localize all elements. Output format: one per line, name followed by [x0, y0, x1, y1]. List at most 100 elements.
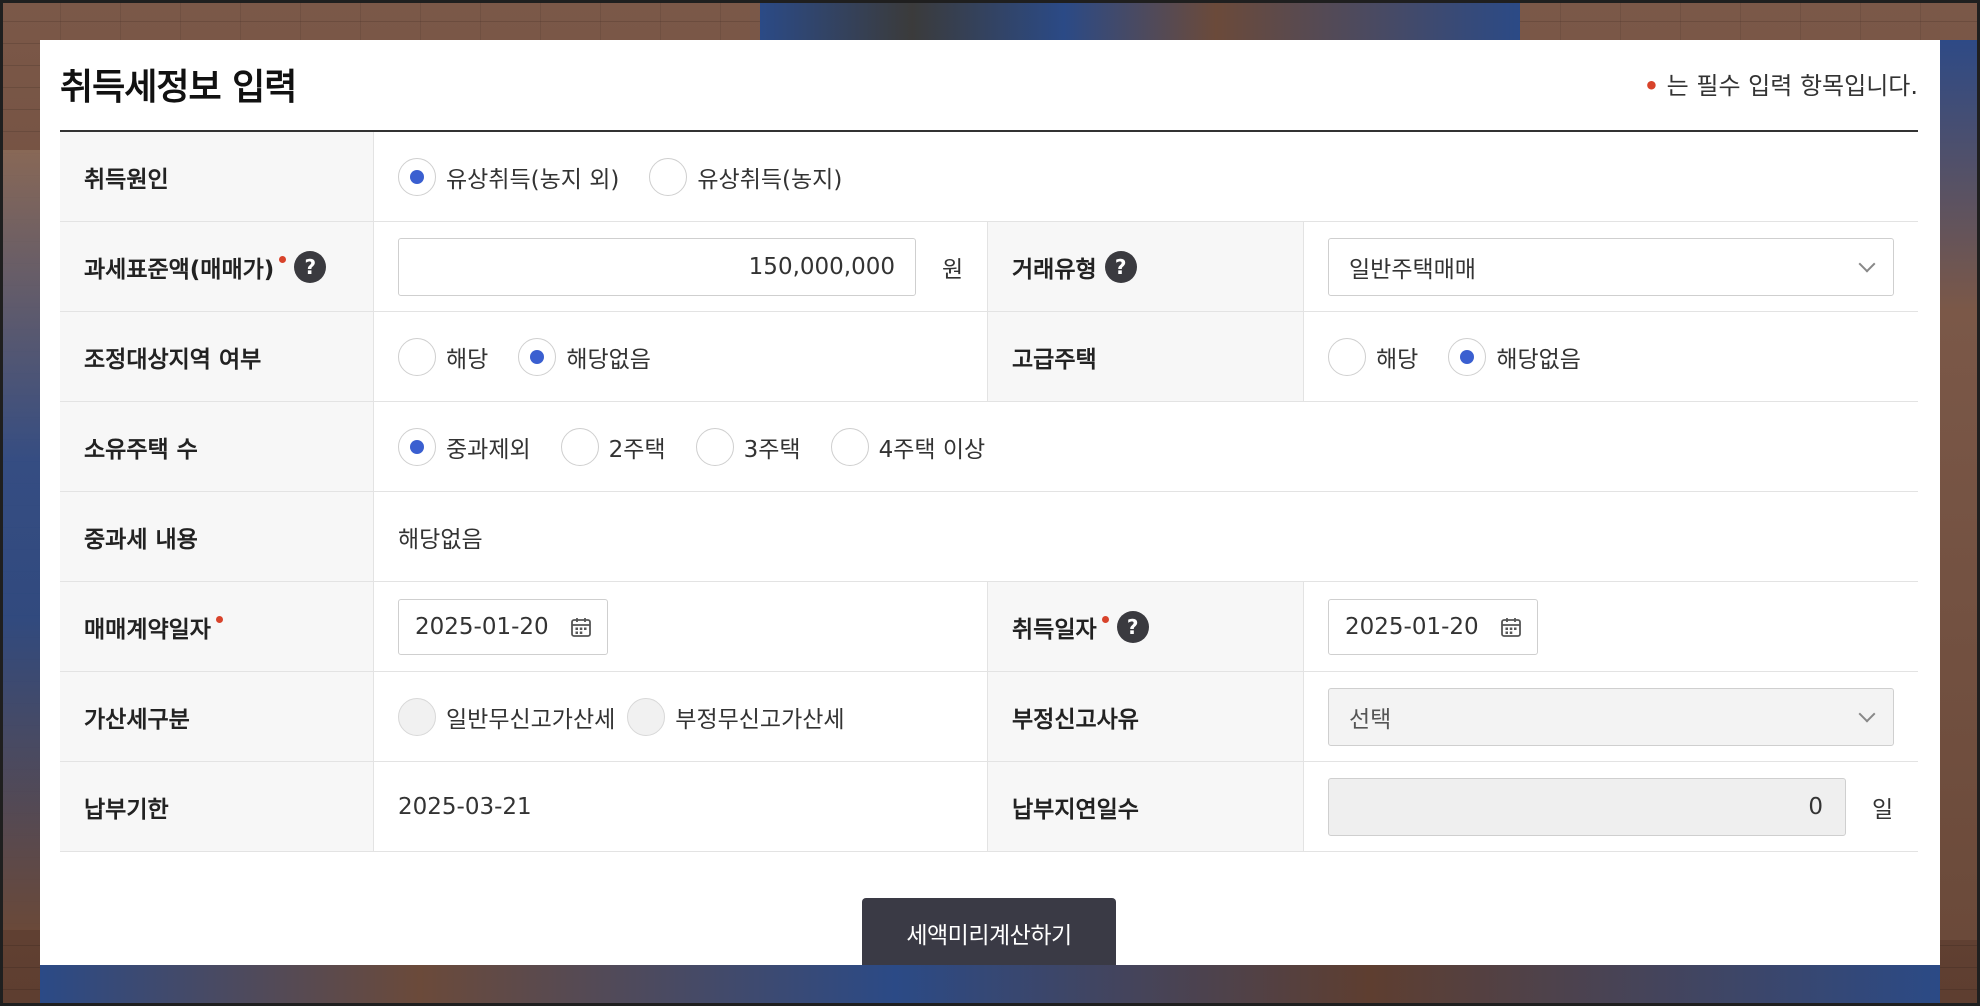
- value-heavy-tax: 해당없음: [398, 526, 483, 553]
- label-luxury: 고급주택: [988, 312, 1304, 401]
- help-icon[interactable]: ?: [1104, 250, 1137, 283]
- required-dot-icon: •: [1643, 72, 1660, 100]
- delay-days-unit: 일: [1872, 796, 1894, 823]
- acq-date-value: 2025-01-20: [1345, 613, 1479, 640]
- radio-label: 2주택: [608, 436, 666, 463]
- radio-label: 해당: [446, 346, 489, 373]
- label-tax-base-text: 과세표준액(매매가): [84, 256, 275, 283]
- label-acq-cause: 취득원인: [60, 132, 374, 221]
- label-tax-base: 과세표준액(매매가) ?: [60, 222, 374, 311]
- label-heavy-tax: 중과세 내용: [60, 492, 374, 581]
- page-title: 취득세정보 입력: [60, 67, 297, 108]
- value-trade-type: 일반주택매매: [1304, 222, 1918, 311]
- value-adjust-area: 해당 해당없음: [374, 312, 988, 401]
- radio-label: 해당없음: [1496, 346, 1581, 373]
- radio-label: 부정무신고가산세: [675, 706, 845, 733]
- radio-luxury-yes[interactable]: 해당: [1328, 337, 1419, 376]
- calculate-tax-button[interactable]: 세액미리계산하기: [862, 898, 1116, 965]
- radio-luxury-no[interactable]: 해당없음: [1448, 337, 1581, 376]
- calendar-icon[interactable]: [569, 615, 593, 639]
- radio-checked-icon[interactable]: [398, 427, 436, 466]
- value-luxury: 해당 해당없음: [1304, 312, 1918, 401]
- radio-unchecked-icon[interactable]: [1328, 337, 1366, 376]
- contract-date-input[interactable]: 2025-01-20: [398, 598, 608, 655]
- value-tax-base: 150,000,000 원: [374, 222, 988, 311]
- acq-date-input[interactable]: 2025-01-20: [1328, 598, 1538, 655]
- required-dot-icon: [215, 616, 223, 623]
- form-header: 취득세정보 입력 • 는 필수 입력 항목입니다.: [60, 40, 1918, 132]
- radio-label: 해당: [1376, 346, 1419, 373]
- radio-house-4plus[interactable]: 4주택 이상: [830, 427, 986, 466]
- calendar-icon[interactable]: [1499, 615, 1523, 639]
- row-dates: 매매계약일자 2025-01-20 취득일자 ? 2025-01-20: [60, 582, 1918, 672]
- radio-house-3[interactable]: 3주택: [695, 427, 801, 466]
- value-fraud-reason: 선택: [1304, 672, 1918, 761]
- label-acq-date-text: 취득일자: [1012, 616, 1097, 643]
- value-penalty-type: 일반무신고가산세 부정무신고가산세: [374, 672, 988, 761]
- form-table: 취득원인 유상취득(농지 외) 유상취득(농지) 과세표준액(매매가) ? 15…: [60, 132, 1918, 852]
- row-acq-cause: 취득원인 유상취득(농지 외) 유상취득(농지): [60, 132, 1918, 222]
- contract-date-value: 2025-01-20: [415, 613, 549, 640]
- radio-label: 일반무신고가산세: [446, 706, 616, 733]
- delay-days-input: 0: [1328, 777, 1846, 836]
- background-window-bottom: [40, 965, 1940, 1006]
- radio-penalty-general[interactable]: 일반무신고가산세: [398, 697, 616, 736]
- label-trade-type: 거래유형 ?: [988, 222, 1304, 311]
- radio-acq-nonfarm[interactable]: 유상취득(농지 외): [398, 157, 620, 196]
- required-note-text: 는 필수 입력 항목입니다.: [1666, 72, 1918, 100]
- radio-penalty-fraud[interactable]: 부정무신고가산세: [627, 697, 845, 736]
- value-house-count: 중과제외 2주택 3주택 4주택 이상: [374, 402, 1918, 491]
- tax-base-input[interactable]: 150,000,000: [398, 237, 916, 296]
- penalty-radio-group: 일반무신고가산세 부정무신고가산세: [398, 697, 875, 736]
- label-fraud-reason: 부정신고사유: [988, 672, 1304, 761]
- value-contract-date: 2025-01-20: [374, 582, 988, 671]
- label-contract-date-text: 매매계약일자: [84, 616, 211, 643]
- radio-disabled-icon[interactable]: [398, 697, 436, 736]
- help-icon[interactable]: ?: [1116, 610, 1149, 643]
- trade-type-selected: 일반주택매매: [1349, 256, 1476, 283]
- radio-label: 유상취득(농지 외): [446, 166, 620, 193]
- background-window-top: [760, 0, 1520, 40]
- radio-acq-farm[interactable]: 유상취득(농지): [649, 157, 842, 196]
- trade-type-select[interactable]: 일반주택매매: [1328, 237, 1894, 296]
- label-adjust-area: 조정대상지역 여부: [60, 312, 374, 401]
- row-penalty: 가산세구분 일반무신고가산세 부정무신고가산세 부정신고사유 선택: [60, 672, 1918, 762]
- radio-checked-icon[interactable]: [518, 337, 557, 376]
- background-window-right: [1940, 40, 1980, 940]
- background-window-left: [0, 150, 40, 930]
- row-tax-base: 과세표준액(매매가) ? 150,000,000 원 거래유형 ? 일반주택매매: [60, 222, 1918, 312]
- radio-label: 4주택 이상: [878, 436, 986, 463]
- radio-adjust-no[interactable]: 해당없음: [518, 337, 651, 376]
- radio-adjust-yes[interactable]: 해당: [398, 337, 489, 376]
- row-due: 납부기한 2025-03-21 납부지연일수 0 일: [60, 762, 1918, 852]
- fraud-reason-select[interactable]: 선택: [1328, 687, 1894, 746]
- label-house-count: 소유주택 수: [60, 402, 374, 491]
- radio-unchecked-icon[interactable]: [560, 427, 599, 466]
- radio-checked-icon[interactable]: [1448, 337, 1487, 376]
- label-penalty-type: 가산세구분: [60, 672, 374, 761]
- radio-house-exempt[interactable]: 중과제외: [398, 427, 531, 466]
- radio-label: 해당없음: [566, 346, 651, 373]
- radio-label: 3주택: [743, 436, 801, 463]
- radio-disabled-icon[interactable]: [627, 697, 666, 736]
- radio-unchecked-icon[interactable]: [398, 337, 436, 376]
- chevron-down-icon: [1858, 705, 1876, 722]
- help-icon[interactable]: ?: [294, 250, 327, 283]
- row-heavy-tax: 중과세 내용 해당없음: [60, 492, 1918, 582]
- radio-checked-icon[interactable]: [398, 157, 436, 196]
- value-acq-cause: 유상취득(농지 외) 유상취득(농지): [374, 132, 1918, 221]
- required-dot-icon: [279, 256, 287, 263]
- required-dot-icon: [1101, 616, 1109, 623]
- label-delay-days: 납부지연일수: [988, 762, 1304, 851]
- chevron-down-icon: [1858, 255, 1876, 272]
- fraud-reason-selected: 선택: [1349, 706, 1392, 733]
- label-acq-date: 취득일자 ?: [988, 582, 1304, 671]
- radio-unchecked-icon[interactable]: [695, 427, 734, 466]
- radio-unchecked-icon[interactable]: [830, 427, 869, 466]
- row-adjust-area: 조정대상지역 여부 해당 해당없음 고급주택 해당 해당없음: [60, 312, 1918, 402]
- acquisition-tax-form-panel: 취득세정보 입력 • 는 필수 입력 항목입니다. 취득원인 유상취득(농지 외…: [40, 40, 1940, 965]
- required-note: • 는 필수 입력 항목입니다.: [1644, 66, 1918, 101]
- radio-unchecked-icon[interactable]: [649, 157, 688, 196]
- radio-house-2[interactable]: 2주택: [560, 427, 666, 466]
- value-acq-date: 2025-01-20: [1304, 582, 1918, 671]
